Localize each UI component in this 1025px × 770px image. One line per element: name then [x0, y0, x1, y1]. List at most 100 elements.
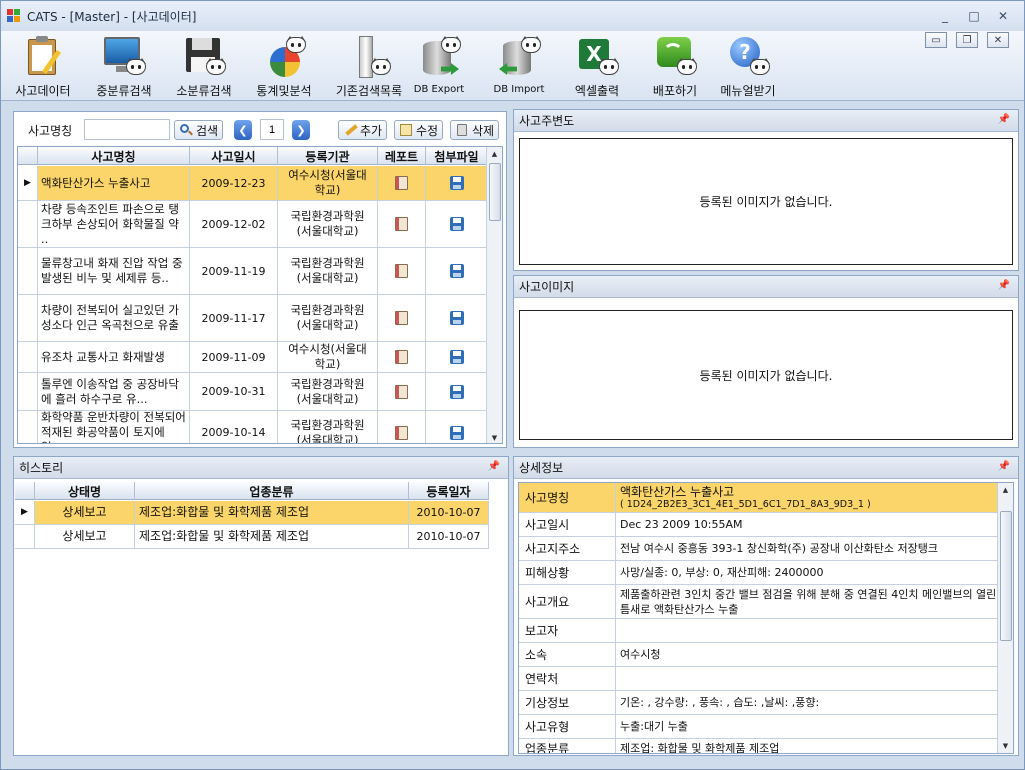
attachment-disk-icon[interactable]	[449, 311, 464, 325]
minimize-button[interactable]: _	[934, 7, 956, 25]
row-header[interactable]	[18, 201, 38, 247]
report-cell[interactable]	[378, 342, 426, 372]
table-row[interactable]: 차량이 전복되어 실고있던 가성소다 인근 옥곡천으로 유출 2009-11-17…	[18, 295, 488, 342]
table-row[interactable]: 물류창고내 화재 진압 작업 중 발생된 비누 및 세제류 등.. 2009-11…	[18, 248, 488, 295]
accident-grid-scrollbar[interactable]: ▲ ▼	[486, 147, 502, 443]
detail-value[interactable]: 액화탄산가스 누출사고( 1D24_2B2E3_3C1_4E1_5D1_6C1_…	[616, 483, 997, 512]
report-cell[interactable]	[378, 295, 426, 341]
report-book-icon[interactable]	[395, 384, 408, 399]
prev-page-button[interactable]: ❮	[234, 120, 252, 140]
attachment-cell[interactable]	[426, 166, 488, 200]
detail-value[interactable]	[616, 619, 997, 642]
pin-icon[interactable]: 📌	[488, 461, 500, 472]
delete-button[interactable]: 삭제	[450, 120, 500, 140]
detail-value[interactable]: 제조업: 화합물 및 화학제품 제조업	[616, 739, 997, 753]
toolbar-accident-data[interactable]: 사고데이터	[11, 33, 75, 99]
scroll-up-icon[interactable]: ▲	[998, 483, 1013, 497]
detail-value[interactable]: 사망/실종: 0, 부상: 0, 재산피해: 2400000	[616, 561, 997, 584]
detail-value[interactable]	[616, 667, 997, 690]
detail-value[interactable]: 여수시청	[616, 643, 997, 666]
report-cell[interactable]	[378, 373, 426, 410]
report-book-icon[interactable]	[395, 425, 408, 440]
table-row[interactable]: 톨루엔 이송작업 중 공장바닥에 흘러 하수구로 유... 2009-10-31 국…	[18, 373, 488, 411]
column-header[interactable]: 사고명칭	[38, 147, 190, 165]
pin-icon[interactable]: 📌	[998, 280, 1010, 291]
accident-date-cell[interactable]: 2009-11-17	[190, 295, 278, 341]
table-row[interactable]: 차량 등속조인트 파손으로 탱크하부 손상되어 화학물질 약 .. 2009-12…	[18, 201, 488, 248]
maximize-button[interactable]: □	[963, 7, 985, 25]
row-header[interactable]	[18, 411, 38, 443]
toolbar-db-export[interactable]: DB Export	[411, 33, 467, 99]
registering-org-cell[interactable]: 여수시청(서울대학교)	[278, 166, 378, 200]
table-row[interactable]: 상세보고 제조업:화합물 및 화학제품 제조업 2010-10-07	[15, 525, 489, 549]
toolbar-manual[interactable]: ? 메뉴얼받기	[715, 33, 781, 99]
accident-name-input[interactable]	[84, 119, 170, 140]
column-header[interactable]: 레포트	[378, 147, 426, 165]
scroll-down-icon[interactable]: ▼	[487, 431, 502, 443]
report-book-icon[interactable]	[395, 311, 408, 325]
registration-date-cell[interactable]: 2010-10-07	[409, 501, 489, 524]
table-row[interactable]: ▶ 상세보고 제조업:화합물 및 화학제품 제조업 2010-10-07	[15, 501, 489, 525]
industry-category-cell[interactable]: 제조업:화합물 및 화학제품 제조업	[135, 525, 409, 548]
row-header[interactable]	[15, 525, 35, 548]
mdi-close-button[interactable]: ✕	[987, 32, 1009, 48]
accident-name-cell[interactable]: 화학약품 운반차량이 전복되어 적재된 화공약품이 토지에 일..	[38, 411, 190, 443]
row-header[interactable]	[18, 342, 38, 372]
detail-value[interactable]: 제품출하관련 3인치 중간 밸브 점검을 위해 분해 중 연결된 4인치 메인밸…	[616, 585, 997, 618]
accident-name-cell[interactable]: 톨루엔 이송작업 중 공장바닥에 흘러 하수구로 유...	[38, 373, 190, 410]
toolbar-excel-export[interactable]: X 엑셀출력	[569, 33, 625, 99]
report-cell[interactable]	[378, 411, 426, 443]
registering-org-cell[interactable]: 국립환경과학원(서울대학교)	[278, 411, 378, 443]
column-header[interactable]: 사고일시	[190, 147, 278, 165]
scroll-thumb[interactable]	[1000, 511, 1012, 641]
scroll-thumb[interactable]	[489, 163, 501, 221]
detail-value[interactable]: Dec 23 2009 10:55AM	[616, 513, 997, 536]
table-row[interactable]: ▶ 액화탄산가스 누출사고 2009-12-23 여수시청(서울대학교)	[18, 166, 488, 201]
column-header[interactable]: 등록일자	[409, 482, 489, 500]
accident-name-cell[interactable]: 차량 등속조인트 파손으로 탱크하부 손상되어 화학물질 약 ..	[38, 201, 190, 247]
table-row[interactable]: 유조차 교통사고 화재발생 2009-11-09 여수시청(서울대학교)	[18, 342, 488, 373]
row-header[interactable]: ▶	[18, 166, 38, 200]
toolbar-mid-category-search[interactable]: 중분류검색	[89, 33, 159, 99]
column-header[interactable]: 첨부파일	[426, 147, 488, 165]
column-header[interactable]: 상태명	[35, 482, 135, 500]
toolbar-deploy[interactable]: 배포하기	[647, 33, 703, 99]
accident-date-cell[interactable]: 2009-11-09	[190, 342, 278, 372]
row-header[interactable]	[18, 373, 38, 410]
detail-value[interactable]: 전남 여수시 중흥동 393-1 창신화학(주) 공장내 이산화탄소 저장탱크	[616, 537, 997, 560]
accident-name-cell[interactable]: 물류창고내 화재 진압 작업 중 발생된 비누 및 세제류 등..	[38, 248, 190, 294]
add-button[interactable]: 추가	[338, 120, 388, 140]
mdi-restore-button[interactable]: ❐	[956, 32, 978, 48]
report-cell[interactable]	[378, 201, 426, 247]
detail-value[interactable]: 기온: , 강수량: , 풍속: , 습도: ,날씨: ,풍향:	[616, 691, 997, 714]
edit-button[interactable]: 수정	[394, 120, 444, 140]
attachment-disk-icon[interactable]	[449, 425, 464, 440]
attachment-cell[interactable]	[426, 411, 488, 443]
report-book-icon[interactable]	[395, 217, 408, 231]
column-header[interactable]: 등록기관	[278, 147, 378, 165]
report-book-icon[interactable]	[395, 264, 408, 278]
search-button[interactable]: 검색	[174, 120, 224, 140]
status-cell[interactable]: 상세보고	[35, 501, 135, 524]
scroll-up-icon[interactable]: ▲	[487, 147, 502, 161]
table-row[interactable]: 화학약품 운반차량이 전복되어 적재된 화공약품이 토지에 일..2009-10…	[18, 411, 488, 443]
toolbar-existing-search-list[interactable]: 기존검색목록	[329, 33, 409, 99]
attachment-disk-icon[interactable]	[449, 264, 464, 278]
accident-name-cell[interactable]: 액화탄산가스 누출사고	[38, 166, 190, 200]
report-book-icon[interactable]	[395, 350, 408, 364]
accident-date-cell[interactable]: 2009-12-23	[190, 166, 278, 200]
attachment-cell[interactable]	[426, 342, 488, 372]
toolbar-sub-category-search[interactable]: 소분류검색	[169, 33, 239, 99]
registering-org-cell[interactable]: 국립환경과학원(서울대학교)	[278, 295, 378, 341]
accident-name-cell[interactable]: 차량이 전복되어 실고있던 가성소다 인근 옥곡천으로 유출	[38, 295, 190, 341]
pin-icon[interactable]: 📌	[998, 461, 1010, 472]
row-header[interactable]	[18, 248, 38, 294]
registering-org-cell[interactable]: 여수시청(서울대학교)	[278, 342, 378, 372]
toolbar-db-import[interactable]: DB Import	[491, 33, 547, 99]
attachment-cell[interactable]	[426, 295, 488, 341]
attachment-disk-icon[interactable]	[449, 217, 464, 231]
accident-date-cell[interactable]: 2009-11-19	[190, 248, 278, 294]
close-button[interactable]: ✕	[992, 7, 1014, 25]
row-header[interactable]: ▶	[15, 501, 35, 524]
accident-date-cell[interactable]: 2009-10-14	[190, 411, 278, 443]
